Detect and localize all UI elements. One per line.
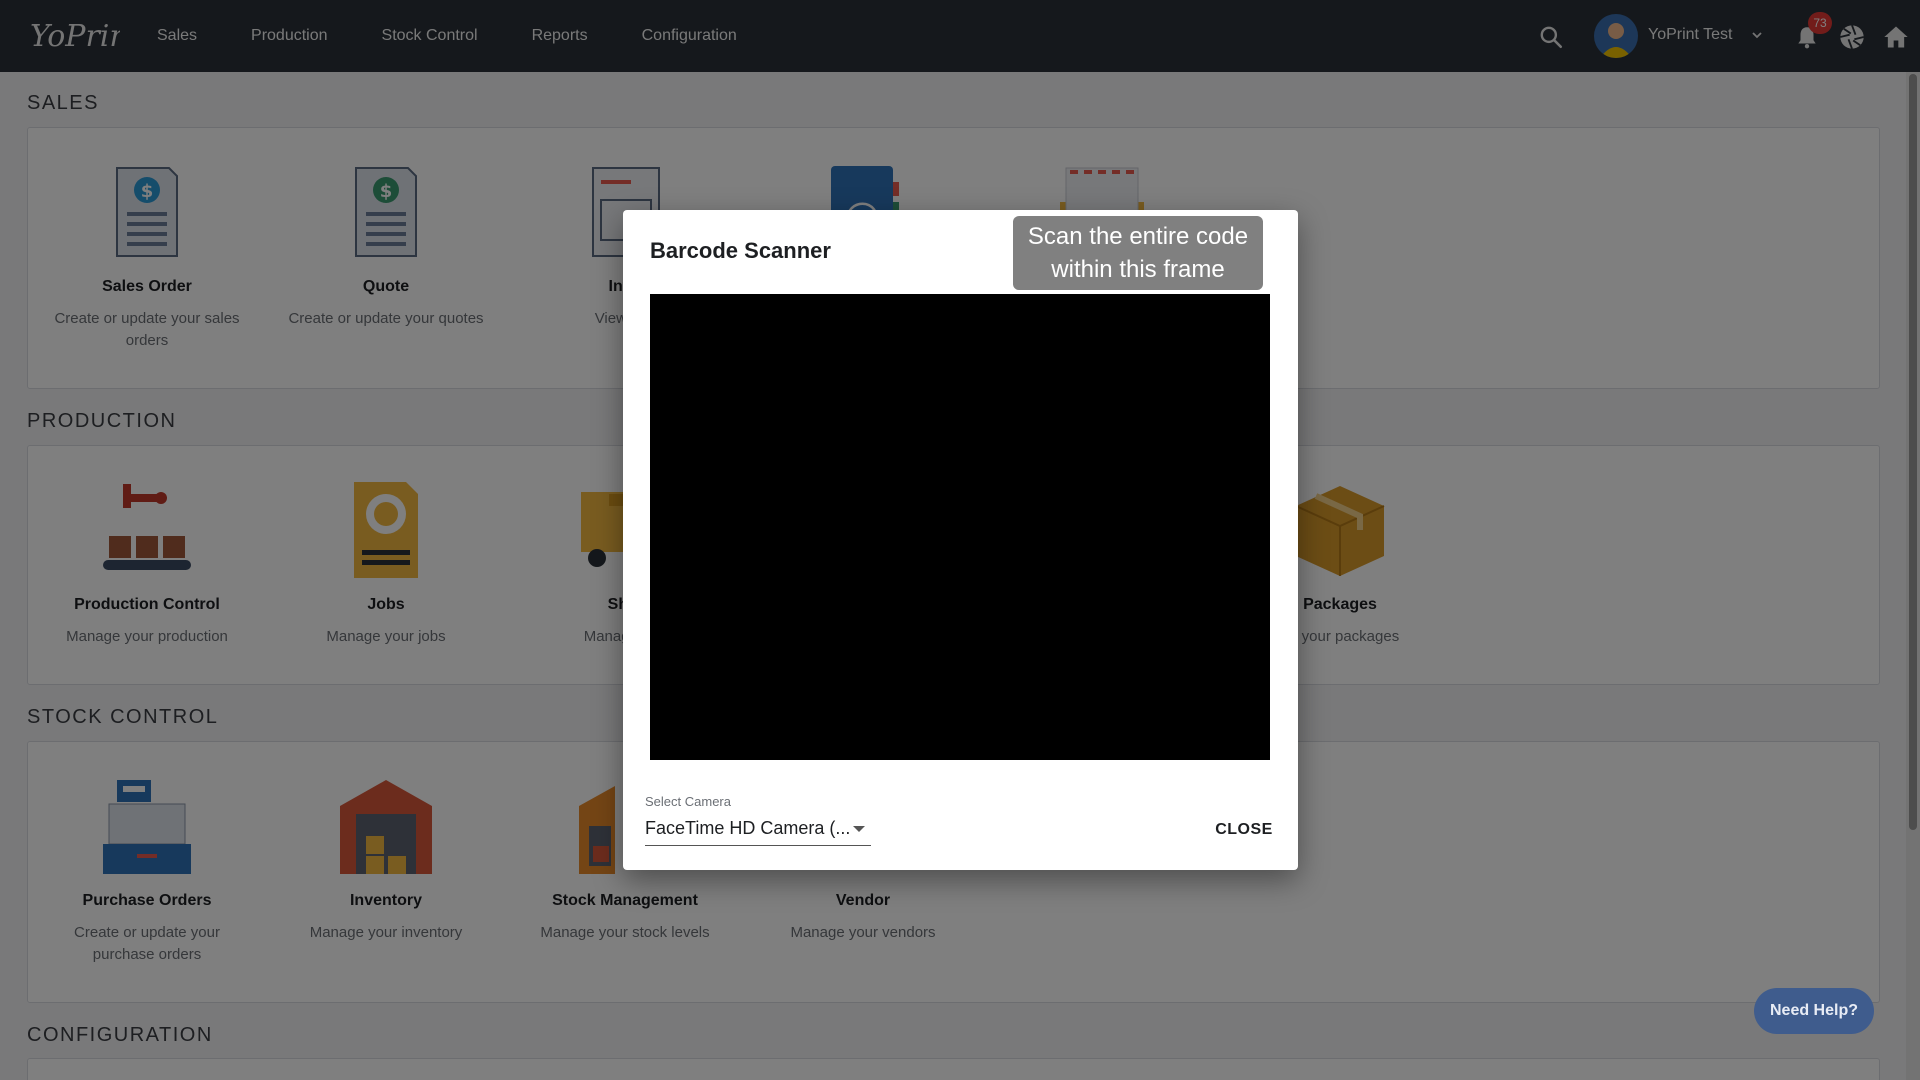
- close-button[interactable]: CLOSE: [1211, 810, 1277, 850]
- dropdown-arrow-icon: [853, 826, 865, 832]
- camera-select-label: Select Camera: [645, 794, 731, 809]
- barcode-scanner-dialog: Barcode Scanner Scan the entire code wit…: [623, 210, 1298, 870]
- camera-video-frame: [650, 294, 1270, 760]
- scan-hint-tooltip: Scan the entire code within this frame: [1013, 216, 1263, 290]
- need-help-button[interactable]: Need Help?: [1754, 988, 1874, 1034]
- dialog-title: Barcode Scanner: [650, 238, 831, 263]
- camera-select[interactable]: FaceTime HD Camera (...: [645, 814, 871, 846]
- camera-select-value: FaceTime HD Camera (...: [645, 818, 851, 838]
